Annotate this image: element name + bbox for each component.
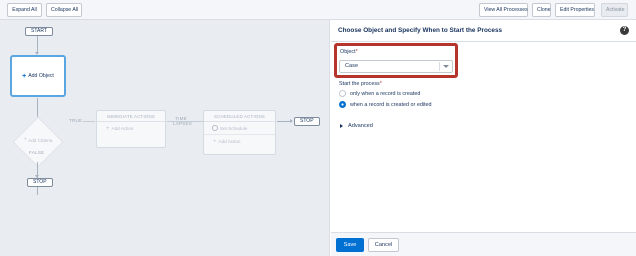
radio-created-or-edited-label: when a record is created or edited [350, 101, 432, 108]
panel-title: Choose Object and Specify When to Start … [338, 27, 503, 34]
add-criteria-text: Add Criteria [28, 137, 53, 143]
radio-created-only[interactable]: only when a record is created [339, 90, 420, 97]
add-action-row[interactable]: + Add Action [204, 135, 275, 148]
false-label: FALSE [29, 150, 45, 155]
scheduled-actions-header: SCHEDULED ACTIONS [204, 111, 275, 122]
activate-button[interactable]: Activate [601, 3, 628, 17]
radio-created-only-label: only when a record is created [350, 90, 421, 97]
add-action-row[interactable]: + Add Action [97, 122, 165, 135]
stop-node-right: STOP [294, 117, 320, 126]
save-button[interactable]: Save [336, 238, 364, 252]
plus-icon: + [22, 72, 27, 80]
view-all-processes-button[interactable]: View All Processes [479, 3, 528, 17]
radio-selected-icon [339, 101, 346, 108]
cancel-button[interactable]: Cancel [368, 238, 399, 252]
time-lapses-label: TIME LAPSES [173, 116, 193, 126]
help-icon[interactable]: ? [620, 26, 629, 35]
advanced-label: Advanced [348, 123, 373, 129]
connector-start [37, 36, 38, 53]
set-schedule-row[interactable]: Set Schedule [204, 122, 275, 135]
clone-button[interactable]: Clone [532, 3, 551, 17]
arrow-icon [290, 119, 293, 123]
object-label-text: Object [340, 49, 356, 55]
object-select-value: Case [345, 63, 359, 69]
object-label: Object* [340, 49, 358, 55]
add-action-label: Add Action [111, 126, 134, 131]
add-object-label: Add Object [28, 73, 54, 79]
immediate-actions-header: IMMEDIATE ACTIONS [97, 111, 165, 122]
stop-node-bottom: STOP [27, 178, 53, 187]
radio-icon [339, 90, 346, 97]
chevron-down-icon [439, 62, 451, 71]
set-schedule-label: Set Schedule [220, 125, 248, 131]
object-select[interactable]: Case [339, 60, 453, 73]
connector-object [37, 98, 38, 118]
expand-all-button[interactable]: Expand All [7, 3, 42, 17]
immediate-actions-box: IMMEDIATE ACTIONS + Add Action [96, 110, 166, 148]
advanced-toggle[interactable]: Advanced [340, 123, 373, 129]
clock-icon [212, 125, 218, 131]
start-node: START [25, 27, 53, 36]
properties-panel: Choose Object and Specify When to Start … [331, 20, 636, 256]
add-action-label: Add Action [218, 139, 241, 144]
add-criteria-label[interactable]: + Add Criteria [16, 137, 60, 143]
process-canvas: START + Add Object + Add Criteria TRUE I… [0, 20, 330, 256]
start-process-text: Start the process [339, 81, 380, 87]
start-process-label: Start the process* [339, 81, 382, 87]
add-object-node[interactable]: + Add Object [10, 55, 66, 97]
collapse-all-button[interactable]: Collapse All [46, 3, 82, 17]
toolbar: Expand All Collapse All View All Process… [0, 0, 636, 20]
true-label: TRUE [69, 118, 83, 123]
plus-icon: + [213, 138, 217, 145]
plus-icon: + [23, 137, 28, 143]
plus-icon: + [106, 125, 110, 132]
panel-header: Choose Object and Specify When to Start … [331, 20, 636, 42]
radio-created-or-edited[interactable]: when a record is created or edited [339, 101, 432, 108]
edit-properties-button[interactable]: Edit Properties [555, 3, 595, 17]
required-mark: * [355, 49, 358, 55]
panel-footer: Save Cancel [331, 232, 636, 256]
connector-true [83, 121, 95, 122]
scheduled-actions-box: SCHEDULED ACTIONS Set Schedule + Add Act… [203, 110, 276, 155]
required-mark: * [379, 81, 382, 87]
chevron-right-icon [340, 124, 343, 128]
connector-stop [277, 121, 291, 122]
